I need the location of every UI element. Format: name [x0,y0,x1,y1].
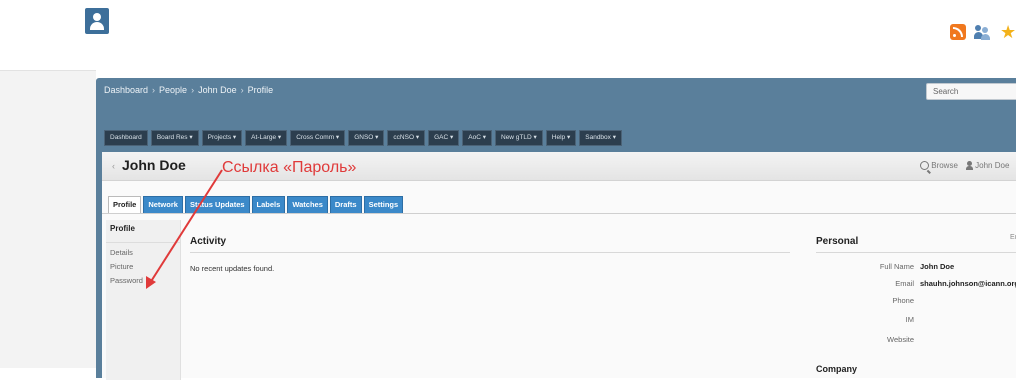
chevron-down-icon: ▾ [415,134,420,141]
chevron-down-icon: ▾ [612,134,616,141]
chevron-down-icon: ▾ [335,134,340,141]
search-input[interactable]: Search [926,83,1016,100]
rss-icon[interactable] [950,24,966,40]
app-frame: Dashboard › People › John Doe › Profile … [96,78,1016,380]
tab-labels[interactable]: Labels [251,196,286,214]
tab-status-updates[interactable]: Status Updates [184,196,250,214]
breadcrumb-dashboard[interactable]: Dashboard [104,85,148,95]
tab-settings[interactable]: Settings [363,196,404,214]
search-icon [920,161,929,171]
nav-new-gtld[interactable]: New gTLD ▾ [495,130,543,146]
sidebar-heading: Profile [110,224,135,233]
nav-board-res[interactable]: Board Res ▾ [150,130,199,146]
tab-network[interactable]: Network [143,196,183,214]
people-icon[interactable] [974,24,992,40]
chevron-down-icon: ▾ [450,134,454,141]
chevron-down-icon: ▾ [232,134,237,141]
nav-help[interactable]: Help ▾ [545,130,577,146]
im-label: IM [905,315,914,324]
nav-dashboard[interactable]: Dashboard [104,130,148,146]
annotation-label: Ссылка «Пароль» [222,159,357,176]
left-margin-band [0,70,96,368]
page-title: John Doe [122,157,186,173]
personal-divider [816,252,1016,253]
sidebar-item-password[interactable]: Password [110,276,143,285]
nav-gac[interactable]: GAC ▾ [428,130,460,146]
star-icon[interactable]: ★ [1000,23,1016,41]
profile-tabs: Profile Network Status Updates Labels Wa… [108,196,404,214]
tab-profile[interactable]: Profile [108,196,142,214]
user-logo-icon[interactable] [85,8,109,34]
tab-watches[interactable]: Watches [287,196,328,214]
content-panel: ‹ John Doe Browse John Doe Profile Netwo… [102,152,1016,380]
activity-divider [190,252,790,253]
chevron-down-icon: ▾ [482,134,486,141]
main-navbar: Dashboard Board Res ▾ Projects ▾ At-Larg… [104,130,622,146]
nav-at-large[interactable]: At-Large ▾ [245,130,288,146]
sidebar-item-picture[interactable]: Picture [110,262,133,271]
nav-aoc[interactable]: AoC ▾ [462,130,492,146]
tab-divider [102,213,1016,214]
chevron-down-icon: ▾ [277,134,282,141]
user-menu-button[interactable]: John Doe [965,161,1009,171]
edit-link[interactable]: Ed [1010,234,1016,241]
user-icon [965,161,973,171]
tab-drafts[interactable]: Drafts [329,196,362,214]
chevron-left-icon[interactable]: ‹ [112,161,115,171]
full-name-value: John Doe [920,262,955,271]
activity-heading: Activity [190,236,227,247]
chevron-down-icon: ▾ [189,134,193,141]
personal-heading: Personal [816,236,859,247]
chevron-down-icon: ▾ [566,134,571,141]
top-icon-bar: ★ [950,23,1016,41]
chevron-down-icon: ▾ [375,134,379,141]
website-label: Website [887,335,914,344]
breadcrumb-profile: Profile [247,85,274,95]
breadcrumb-user[interactable]: John Doe [198,85,237,95]
full-name-label: Full Name [879,262,914,271]
chevron-down-icon: ▾ [533,134,537,141]
profile-sidebar: Profile Details Picture Password [106,220,181,380]
nav-gnso[interactable]: GNSO ▾ [348,130,385,146]
nav-projects[interactable]: Projects ▾ [201,130,243,146]
breadcrumb-separator: › [191,85,195,95]
nav-sandbox[interactable]: Sandbox ▾ [579,130,622,146]
email-label: Email [895,279,914,288]
sidebar-divider [106,242,180,243]
breadcrumb-separator: › [152,85,156,95]
breadcrumb-separator: › [240,85,244,95]
nav-ccnso[interactable]: ccNSO ▾ [387,130,426,146]
company-heading: Company [816,364,858,374]
email-value[interactable]: shauhn.johnson@icann.org [920,279,1016,288]
phone-label: Phone [892,296,914,305]
breadcrumb-people[interactable]: People [159,85,187,95]
sidebar-item-details[interactable]: Details [110,248,133,257]
activity-empty-text: No recent updates found. [190,264,275,273]
browse-button[interactable]: Browse [920,161,958,171]
breadcrumb: Dashboard › People › John Doe › Profile [104,85,273,95]
nav-cross-comm[interactable]: Cross Comm ▾ [290,130,346,146]
title-actions: Browse John Doe [920,161,1009,171]
